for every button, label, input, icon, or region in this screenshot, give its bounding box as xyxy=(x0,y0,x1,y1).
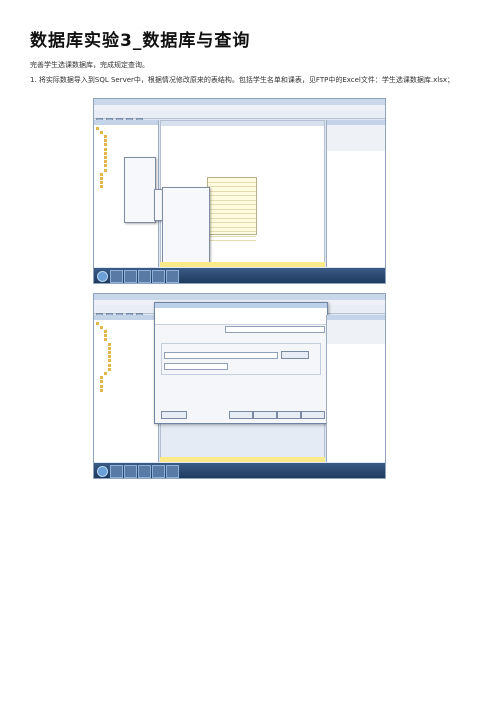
object-tree xyxy=(94,320,158,393)
import-wizard-dialog xyxy=(154,302,328,424)
toolbar xyxy=(94,110,385,125)
browse-button xyxy=(281,351,309,359)
wizard-header xyxy=(155,308,327,325)
excel-version-select xyxy=(164,363,228,370)
sql-code xyxy=(161,126,324,128)
context-submenu-import xyxy=(162,187,210,263)
back-button xyxy=(229,411,253,419)
finish-button xyxy=(277,411,301,419)
taskbar-app-icon xyxy=(152,270,165,283)
data-source-select xyxy=(225,326,325,333)
page-title: 数据库实验3_数据库与查询 xyxy=(30,31,251,51)
properties-panel xyxy=(326,315,385,462)
intro-paragraph: 完善学生选课数据库，完成规定查询。 xyxy=(30,61,149,69)
taskbar-app-icon xyxy=(110,270,123,283)
taskbar-app-icon xyxy=(124,270,137,283)
context-menu-database xyxy=(124,157,156,223)
taskbar-app-icon xyxy=(110,465,123,478)
screenshot-import-wizard xyxy=(93,293,386,479)
start-icon xyxy=(97,466,108,477)
taskbar-app-icon xyxy=(138,465,151,478)
properties-panel xyxy=(326,120,385,267)
help-button xyxy=(161,411,187,419)
step-1-paragraph: 1. 将实际数据导入到SQL Server中，根据情况修改原来的表结构。包括学生… xyxy=(30,76,454,84)
taskbar-app-icon xyxy=(166,465,179,478)
taskbar-app-icon xyxy=(124,465,137,478)
status-bar xyxy=(160,262,325,267)
object-explorer xyxy=(94,315,159,462)
cancel-button xyxy=(301,411,325,419)
taskbar xyxy=(94,463,385,478)
excel-path-field xyxy=(164,352,278,359)
results-grid xyxy=(207,177,257,241)
screenshot-ssms-import-menu xyxy=(93,98,386,284)
taskbar-app-icon xyxy=(138,270,151,283)
taskbar xyxy=(94,268,385,283)
next-button xyxy=(253,411,277,419)
taskbar-app-icon xyxy=(152,465,165,478)
excel-connection-group xyxy=(161,343,321,375)
taskbar-app-icon xyxy=(166,270,179,283)
status-bar xyxy=(160,457,325,462)
start-icon xyxy=(97,271,108,282)
